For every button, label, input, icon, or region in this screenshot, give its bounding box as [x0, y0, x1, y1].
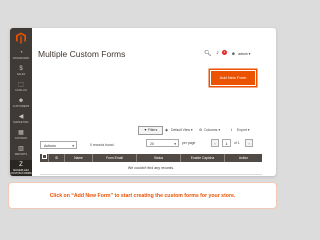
page-title: Multiple Custom Forms: [38, 49, 126, 59]
columns-dropdown[interactable]: Columns ▾: [204, 128, 220, 132]
sidebar-item-label: SALES: [16, 73, 26, 76]
per-page-select[interactable]: 20 ▾: [146, 139, 179, 147]
column-header: Action: [224, 154, 262, 162]
instruction-caption: Click on “Add New Form” to start creatin…: [8, 182, 277, 209]
default-view-dropdown[interactable]: Default View ▾: [171, 128, 193, 132]
page-input[interactable]: 1: [222, 139, 231, 147]
layout-icon: ▦: [18, 130, 24, 136]
column-header[interactable]: Enable Captcha: [180, 154, 224, 162]
sidebar-item-label: CUSTOMERS: [12, 105, 30, 108]
dashboard-icon: ◔: [19, 50, 23, 56]
person-icon: ☻: [17, 98, 25, 104]
per-page-value: 20: [150, 142, 154, 146]
caption-text: Click on “Add New Form” to start creatin…: [49, 193, 236, 199]
column-header[interactable]: Name: [64, 154, 92, 162]
dollar-icon: $: [19, 66, 23, 72]
add-new-form-button[interactable]: Add New Form: [210, 70, 256, 86]
megaphone-icon: ◀: [18, 114, 24, 120]
sidebar-item-label: MARKETING: [13, 121, 29, 124]
user-menu[interactable]: admin ▾: [238, 52, 251, 56]
sidebar-item-mageplaza-custom-forms[interactable]: Z MAGEPLAZA CUSTOM FORMS: [10, 160, 32, 176]
user-icon: ☻: [231, 51, 236, 56]
column-header[interactable]: Status: [136, 154, 180, 162]
sidebar-item-label: CONTENT: [14, 137, 28, 140]
sidebar-item-label: DASHBOARD: [12, 57, 30, 60]
prev-page-button[interactable]: ‹: [211, 139, 219, 147]
gear-icon: ⚙: [199, 128, 203, 132]
eye-icon: ◉: [165, 128, 168, 132]
magento-logo-icon[interactable]: [15, 32, 27, 44]
cube-icon: ⬚: [18, 82, 24, 88]
sidebar: ◔ DASHBOARD $ SALES ⬚ CATALOG ☻ CUSTOMERS ◀ MARKE…: [10, 28, 32, 176]
filters-button[interactable]: ▼ Filters: [138, 126, 163, 135]
select-all-checkbox[interactable]: [40, 154, 48, 162]
forms-icon: Z: [19, 162, 23, 168]
sidebar-item-label: CATALOG: [14, 89, 27, 92]
sidebar-item-label: REPORTS: [14, 153, 28, 156]
notification-badge: 2: [222, 50, 227, 55]
bell-icon[interactable]: ♪: [216, 50, 219, 56]
chevron-down-icon: ▾: [174, 142, 176, 146]
actions-select[interactable]: Actions ▾: [40, 141, 77, 149]
search-icon[interactable]: 🔍︎: [204, 50, 212, 57]
page-total: of 1: [234, 141, 240, 145]
sidebar-item-label: MAGEPLAZA CUSTOM FORMS: [10, 169, 32, 175]
download-icon: ⭳: [231, 128, 233, 132]
chevron-down-icon: ▾: [72, 144, 74, 148]
column-header[interactable]: Form Email: [92, 154, 136, 162]
chart-icon: ▥: [18, 146, 24, 152]
column-header[interactable]: ID: [48, 154, 64, 162]
actions-select-label: Actions: [44, 144, 56, 148]
export-dropdown[interactable]: Export ▾: [237, 128, 249, 132]
per-page-label: per page: [182, 141, 196, 145]
admin-window: ◔ DASHBOARD $ SALES ⬚ CATALOG ☻ CUSTOMERS ◀ MARKE…: [10, 28, 276, 176]
next-page-button[interactable]: ›: [245, 139, 253, 147]
empty-table-message: We couldn't find any records.: [40, 162, 262, 175]
table-header: ID Name Form Email Status Enable Captcha…: [40, 154, 262, 162]
records-found-text: 0 records found: [90, 143, 114, 147]
